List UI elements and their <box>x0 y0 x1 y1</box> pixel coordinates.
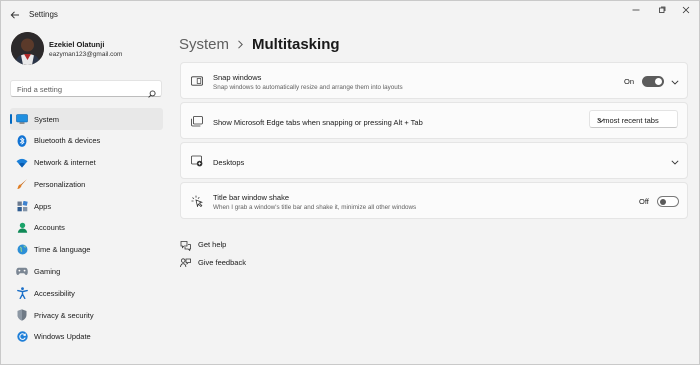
help-icon <box>179 239 191 251</box>
avatar <box>11 32 44 65</box>
minimize-icon <box>632 9 640 11</box>
close-icon <box>682 6 690 14</box>
sidebar-item-label: Accounts <box>34 223 65 233</box>
title-bar-shake-toggle[interactable] <box>657 196 679 207</box>
search-box[interactable] <box>10 80 162 98</box>
user-email: eazyman123@gmail.com <box>49 51 123 58</box>
app-title: Settings <box>29 10 58 19</box>
sidebar-item-windows-update[interactable]: Windows Update <box>10 326 163 348</box>
sidebar-item-personalization[interactable]: Personalization <box>10 173 163 195</box>
update-icon <box>16 331 28 343</box>
title-bar: Settings <box>1 1 699 29</box>
breadcrumb-parent[interactable]: System <box>179 36 229 53</box>
snap-windows-icon <box>191 75 203 87</box>
edge-tabs-dropdown[interactable]: 3 most recent tabs <box>589 110 678 128</box>
sidebar-nav: System Bluetooth & devices Network & int… <box>10 108 163 348</box>
desktops-card[interactable]: Desktops <box>180 142 688 179</box>
sidebar-item-label: Privacy & security <box>34 310 94 320</box>
desktops-icon <box>191 155 203 167</box>
gamepad-icon <box>16 266 28 278</box>
desktops-title: Desktops <box>213 158 245 167</box>
chevron-down-icon[interactable] <box>670 77 680 87</box>
edge-tabs-card: Show Microsoft Edge tabs when snapping o… <box>180 102 688 139</box>
sidebar-item-label: Accessibility <box>34 288 75 298</box>
sidebar-item-bluetooth[interactable]: Bluetooth & devices <box>10 130 163 152</box>
sidebar-item-accounts[interactable]: Accounts <box>10 217 163 239</box>
feedback-icon <box>179 257 191 269</box>
toggle-knob <box>660 198 666 205</box>
get-help-label: Get help <box>198 240 227 249</box>
back-button[interactable] <box>7 7 23 23</box>
close-button[interactable] <box>678 4 694 16</box>
maximize-icon <box>659 6 666 13</box>
sidebar-item-gaming[interactable]: Gaming <box>10 261 163 283</box>
accessibility-icon <box>16 287 28 300</box>
search-icon[interactable] <box>148 85 156 103</box>
toggle-knob <box>655 78 662 85</box>
shield-icon <box>16 309 28 321</box>
sidebar-item-label: Personalization <box>34 179 86 189</box>
snap-windows-description: Snap windows to automatically resize and… <box>213 84 403 91</box>
sidebar-item-privacy-security[interactable]: Privacy & security <box>10 304 163 326</box>
sidebar-item-system[interactable]: System <box>10 108 163 130</box>
user-name: Ezekiel Olatunji <box>49 40 105 49</box>
sidebar-item-accessibility[interactable]: Accessibility <box>10 282 163 304</box>
bluetooth-icon <box>16 134 28 147</box>
brush-icon <box>16 178 28 190</box>
edge-tabs-icon <box>191 115 203 127</box>
sidebar-item-apps[interactable]: Apps <box>10 195 163 217</box>
edge-tabs-title: Show Microsoft Edge tabs when snapping o… <box>213 118 423 127</box>
back-arrow-icon <box>10 11 19 19</box>
title-bar-shake-title: Title bar window shake <box>213 193 290 202</box>
chevron-right-icon <box>237 39 244 49</box>
sidebar-item-time-language[interactable]: Time & language <box>10 239 163 261</box>
sidebar-item-label: Time & language <box>34 245 91 255</box>
breadcrumb: System Multitasking <box>179 33 340 55</box>
sidebar-item-label: Bluetooth & devices <box>34 136 101 146</box>
system-icon <box>16 113 28 125</box>
globe-icon <box>16 244 28 256</box>
snap-toggle-state: On <box>624 77 635 86</box>
minimize-button[interactable] <box>628 4 644 16</box>
snap-windows-card[interactable]: Snap windows Snap windows to automatical… <box>180 62 688 99</box>
sidebar-item-label: Network & internet <box>34 158 96 168</box>
window-shake-icon <box>191 195 203 207</box>
give-feedback-label: Give feedback <box>198 258 246 267</box>
sidebar-item-label: Gaming <box>34 267 61 277</box>
settings-window: Settings Ezekiel Olatunji eazyman123@gma… <box>0 0 700 365</box>
apps-icon <box>16 200 28 212</box>
chevron-down-icon[interactable] <box>670 157 680 167</box>
chevron-down-icon <box>597 116 671 125</box>
title-bar-shake-description: When I grab a window's title bar and sha… <box>213 204 417 211</box>
search-input[interactable] <box>17 83 145 95</box>
sidebar-item-label: System <box>34 114 60 124</box>
title-bar-shake-card: Title bar window shake When I grab a win… <box>180 182 688 219</box>
sidebar-item-label: Windows Update <box>34 332 91 342</box>
page-title: Multitasking <box>252 35 340 53</box>
maximize-button[interactable] <box>654 4 670 16</box>
snap-windows-toggle[interactable] <box>642 76 664 87</box>
snap-windows-title: Snap windows <box>213 73 262 82</box>
accounts-icon <box>16 222 28 234</box>
sidebar-item-network[interactable]: Network & internet <box>10 152 163 174</box>
shake-toggle-state: Off <box>639 197 649 206</box>
sidebar-item-label: Apps <box>34 201 52 211</box>
wifi-icon <box>16 157 28 169</box>
